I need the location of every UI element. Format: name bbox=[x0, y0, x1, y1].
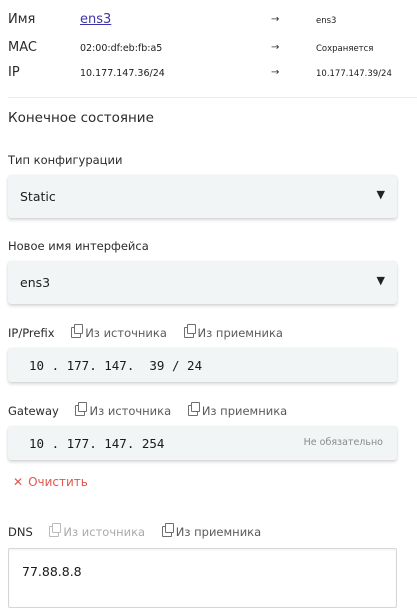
summary-key: IP bbox=[8, 65, 20, 80]
copy-icon bbox=[49, 522, 62, 537]
clear-label: Очистить bbox=[28, 475, 88, 489]
summary-new-value: 10.177.147.39/24 bbox=[316, 69, 392, 79]
gateway-from-source-button[interactable]: Из источника bbox=[75, 401, 172, 418]
gateway-value: 10 . 177. 147. 254 bbox=[29, 436, 165, 451]
dns-label: DNS bbox=[8, 524, 33, 539]
caret-down-icon: ▼ bbox=[376, 188, 385, 201]
summary-key: MAC bbox=[8, 40, 37, 55]
copy-icon bbox=[183, 323, 196, 338]
from-source-label: Из источника bbox=[89, 403, 172, 418]
dns-value: 77.88.8.8 bbox=[22, 564, 82, 579]
ip-from-target-button[interactable]: Из приемника bbox=[183, 323, 283, 340]
dns-from-source-button[interactable]: Из источника bbox=[49, 522, 146, 539]
clear-button[interactable]: ✕ Очистить bbox=[13, 475, 88, 489]
gateway-label: Gateway bbox=[8, 403, 59, 418]
from-source-label: Из источника bbox=[63, 524, 146, 539]
ip-prefix-value: 10 . 177. 147. 39 / 24 bbox=[29, 358, 203, 373]
from-source-label: Из источника bbox=[85, 325, 167, 340]
divider bbox=[8, 97, 417, 98]
summary-new-value: Сохраняется bbox=[316, 44, 374, 54]
arrow-right-icon: → bbox=[271, 14, 280, 25]
from-target-label: Из приемника bbox=[201, 403, 288, 418]
summary-key: Имя bbox=[8, 12, 36, 27]
dns-from-target-button[interactable]: Из приемника bbox=[161, 522, 262, 539]
summary-row-mac: MAC 02:00:df:eb:fb:a5 → Сохраняется bbox=[8, 40, 413, 60]
optional-hint: Не обязательно bbox=[303, 437, 383, 448]
dns-label-row: DNS Из источника Из приемника bbox=[8, 522, 262, 540]
ip-prefix-label: IP/Prefix bbox=[8, 325, 55, 340]
config-type-value: Static bbox=[20, 189, 56, 204]
copy-icon bbox=[71, 323, 84, 338]
gateway-input[interactable]: 10 . 177. 147. 254 Не обязательно bbox=[8, 426, 397, 460]
new-name-label: Новое имя интерфейса bbox=[8, 239, 149, 253]
config-type-label: Тип конфигурации bbox=[8, 153, 123, 167]
summary-new-value: ens3 bbox=[316, 16, 337, 26]
from-target-label: Из приемника bbox=[175, 524, 262, 539]
copy-icon bbox=[161, 522, 174, 537]
ip-prefix-label-row: IP/Prefix Из источника Из приемника bbox=[8, 323, 283, 341]
caret-down-icon: ▼ bbox=[376, 274, 385, 287]
copy-icon bbox=[187, 401, 200, 416]
new-name-select[interactable]: ens3 ▼ bbox=[8, 261, 397, 304]
copy-icon bbox=[75, 401, 88, 416]
ip-prefix-input[interactable]: 10 . 177. 147. 39 / 24 bbox=[8, 348, 397, 382]
section-title: Конечное состояние bbox=[8, 110, 154, 126]
close-icon: ✕ bbox=[13, 475, 24, 489]
gateway-label-row: Gateway Из источника Из приемника bbox=[8, 401, 288, 419]
gateway-from-target-button[interactable]: Из приемника bbox=[187, 401, 288, 418]
arrow-right-icon: → bbox=[271, 42, 280, 53]
new-name-value: ens3 bbox=[20, 275, 51, 290]
summary-current-value: 10.177.147.36/24 bbox=[80, 68, 165, 79]
config-type-select[interactable]: Static ▼ bbox=[8, 175, 397, 218]
interface-name-link[interactable]: ens3 bbox=[80, 12, 111, 27]
summary-row-name: Имя ens3 → ens3 bbox=[8, 12, 413, 32]
summary-row-ip: IP 10.177.147.36/24 → 10.177.147.39/24 bbox=[8, 65, 413, 85]
ip-from-source-button[interactable]: Из источника bbox=[71, 323, 167, 340]
dns-textarea[interactable]: 77.88.8.8 bbox=[8, 548, 397, 608]
from-target-label: Из приемника bbox=[197, 325, 283, 340]
summary-current-value: 02:00:df:eb:fb:a5 bbox=[80, 43, 163, 54]
arrow-right-icon: → bbox=[271, 67, 280, 78]
